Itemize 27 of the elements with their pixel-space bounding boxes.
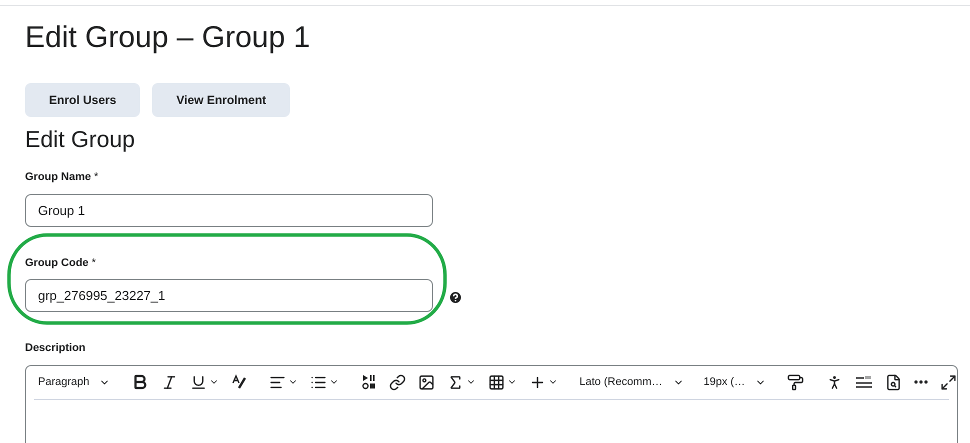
link-icon [389, 374, 406, 390]
format-painter-icon [787, 374, 804, 390]
rich-text-editor[interactable]: Paragraph Lato (Recomm… 19px (… [25, 364, 958, 443]
field-label: Group Code [25, 256, 89, 270]
description-label: Description [25, 341, 86, 356]
field-label: Group Name [25, 170, 92, 185]
more-icon [914, 380, 928, 384]
help-icon[interactable] [448, 290, 463, 304]
toolbar-select[interactable]: 19px (… [700, 374, 770, 390]
preview-icon [885, 374, 902, 390]
table-icon [488, 374, 506, 390]
toolbar-select[interactable]: Lato (Recomm… [575, 374, 688, 390]
word-count-icon [855, 374, 874, 390]
action-button[interactable]: View Enrolment [152, 83, 290, 117]
media-icon [361, 374, 378, 390]
text-color-icon [231, 374, 248, 390]
section-title: Edit Group [25, 125, 135, 154]
required-mark: * [94, 170, 98, 185]
page-title: Edit Group – Group 1 [25, 20, 310, 56]
image-icon [418, 374, 436, 390]
fullscreen-icon [940, 374, 958, 390]
toolbar-select[interactable]: Paragraph [34, 374, 114, 390]
required-mark: * [92, 256, 96, 270]
text-field[interactable]: Group 1 [25, 194, 433, 226]
action-button[interactable]: Enrol Users [25, 83, 140, 117]
text-field[interactable]: grp_276995_23227_1 [25, 279, 433, 312]
underline-icon [190, 374, 208, 390]
